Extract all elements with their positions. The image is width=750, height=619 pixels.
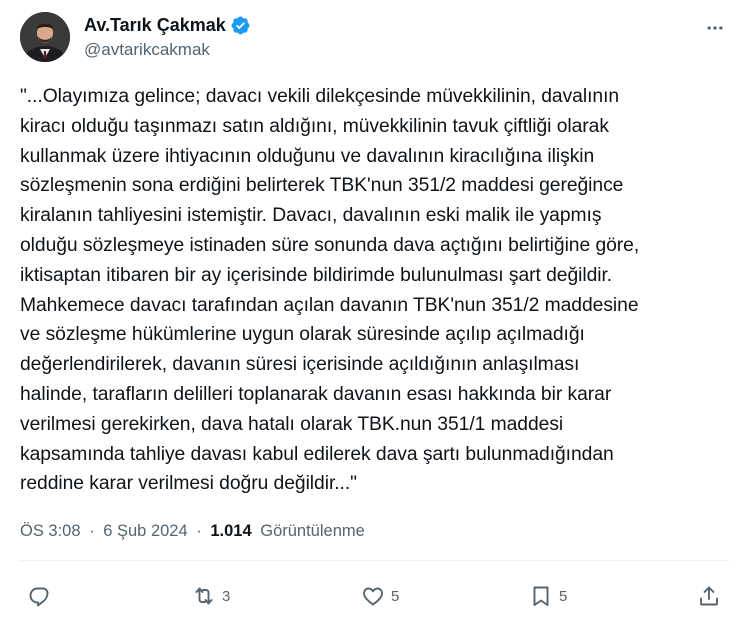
share-button[interactable] xyxy=(697,578,721,614)
more-icon xyxy=(707,26,723,30)
tweet-time[interactable]: ÖS 3:08 xyxy=(20,522,81,540)
author-handle[interactable]: @avtarikcakmak xyxy=(84,40,251,60)
views-label[interactable]: Görüntülenme xyxy=(260,522,365,540)
author-names: Av.Tarık Çakmak @avtarikcakmak xyxy=(84,14,251,60)
bookmark-icon xyxy=(533,586,549,606)
display-name[interactable]: Av.Tarık Çakmak xyxy=(84,15,226,36)
like-button[interactable]: 5 xyxy=(361,578,399,614)
views-count[interactable]: 1.014 xyxy=(210,522,251,540)
bookmark-count: 5 xyxy=(559,587,568,605)
heart-icon xyxy=(363,587,383,606)
avatar-image xyxy=(20,12,70,62)
divider xyxy=(20,560,730,561)
tweet-meta: ÖS 3:08 · 6 Şub 2024 · 1.014 Görüntülenm… xyxy=(20,522,365,541)
tweet-text: "...Olayımıza gelince; davacı vekili dil… xyxy=(20,86,640,495)
share-icon xyxy=(700,586,718,606)
tweet-card: Av.Tarık Çakmak @avtarikcakmak "...Olayı… xyxy=(0,0,750,619)
verified-badge-icon[interactable] xyxy=(230,15,251,36)
bookmark-button[interactable]: 5 xyxy=(529,578,567,614)
reply-icon xyxy=(29,587,49,607)
reply-button[interactable] xyxy=(27,578,57,614)
action-bar: 3 5 5 xyxy=(0,578,750,614)
tweet-date[interactable]: 6 Şub 2024 xyxy=(103,522,187,540)
more-options-button[interactable] xyxy=(700,16,730,40)
retweet-icon xyxy=(195,587,213,605)
retweet-count: 3 xyxy=(222,587,231,605)
retweet-button[interactable]: 3 xyxy=(192,578,230,614)
display-name-row: Av.Tarık Çakmak xyxy=(84,14,251,36)
avatar[interactable] xyxy=(20,12,70,62)
meta-separator: · xyxy=(89,522,95,540)
meta-separator: · xyxy=(196,522,202,540)
tweet-header: Av.Tarık Çakmak @avtarikcakmak xyxy=(20,12,734,68)
like-count: 5 xyxy=(391,587,400,605)
